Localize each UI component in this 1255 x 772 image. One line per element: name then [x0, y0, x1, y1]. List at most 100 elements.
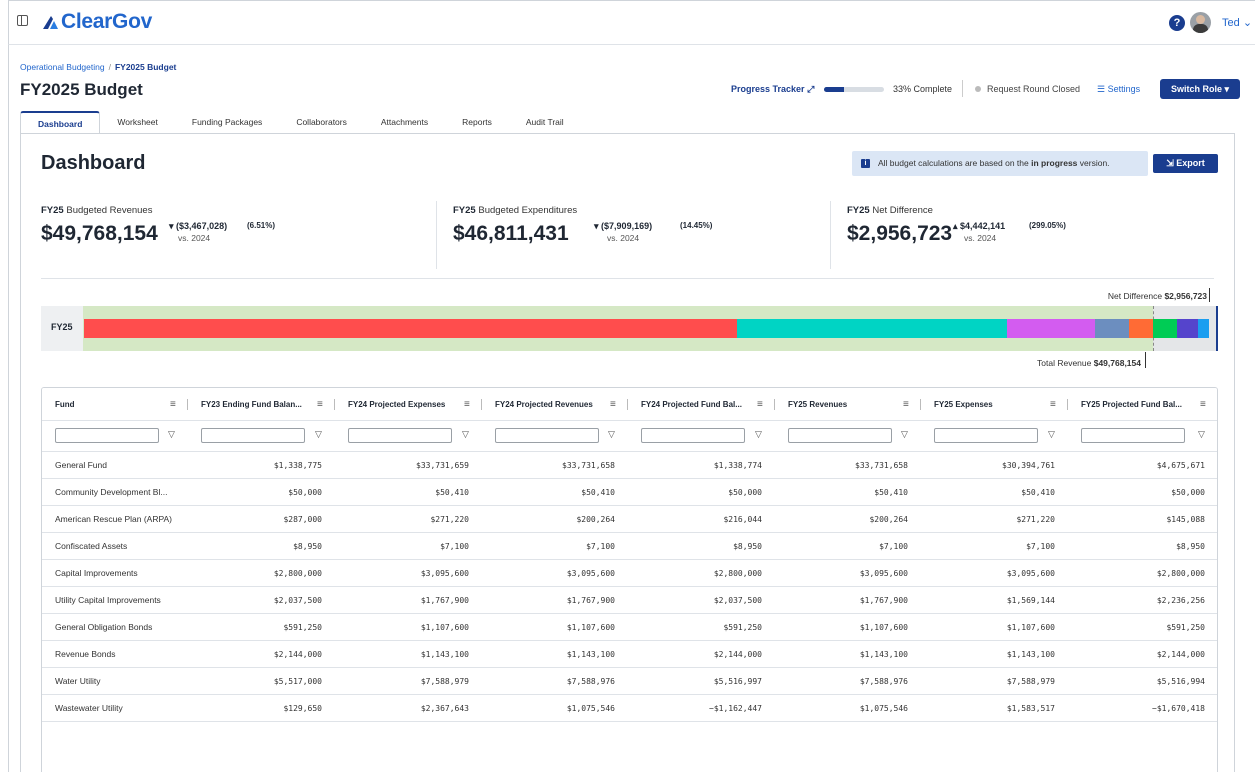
column-filter-input[interactable]	[934, 428, 1038, 443]
column-resize-handle[interactable]	[774, 399, 775, 410]
table-row[interactable]: Utility Capital Improvements $2,037,500 $1…	[42, 587, 1217, 614]
avatar[interactable]	[1190, 12, 1211, 33]
export-button[interactable]: ⇲ Export	[1153, 154, 1218, 173]
amount-cell: $271,220	[430, 515, 469, 524]
panel-border	[20, 134, 21, 772]
metric-prefix: FY25	[847, 205, 870, 216]
table-row[interactable]: General Obligation Bonds $591,250 $1,107,6…	[42, 614, 1217, 641]
tab-reports[interactable]: Reports	[445, 111, 509, 134]
switch-role-button[interactable]: Switch Role ▾	[1160, 79, 1240, 99]
filter-icon[interactable]: ▽	[608, 429, 615, 440]
column-resize-handle[interactable]	[627, 399, 628, 410]
settings-link[interactable]: ☰ Settings	[1097, 84, 1140, 95]
breadcrumb-parent[interactable]: Operational Budgeting	[20, 62, 105, 72]
section-divider	[41, 278, 1214, 279]
tab-dashboard[interactable]: Dashboard	[20, 111, 101, 134]
table-row[interactable]: Revenue Bonds $2,144,000 $1,143,100 $1,143,…	[42, 641, 1217, 668]
column-filter-input[interactable]	[348, 428, 452, 443]
column-menu-icon[interactable]: ≡	[757, 399, 763, 410]
tab-attachments[interactable]: Attachments	[364, 111, 445, 134]
column-header[interactable]: FY24 Projected Expenses	[335, 388, 445, 421]
column-resize-handle[interactable]	[481, 399, 482, 410]
table-row[interactable]: Wastewater Utility $129,650 $2,367,643 $1,0…	[42, 695, 1217, 722]
column-filter-input[interactable]	[55, 428, 159, 443]
column-filter-input[interactable]	[1081, 428, 1185, 443]
cleargov-logo[interactable]: ClearGov	[41, 10, 152, 34]
amount-cell: $1,338,774	[713, 461, 762, 470]
column-header[interactable]: FY23 Ending Fund Balan...	[188, 388, 302, 421]
column-header[interactable]: FY24 Projected Fund Bal...	[628, 388, 742, 421]
amount-cell: $2,800,000	[1156, 569, 1205, 578]
table-row[interactable]: General Fund $1,338,775 $33,731,659 $33,731…	[42, 452, 1217, 479]
fund-name-cell: General Obligation Bonds	[55, 622, 153, 632]
column-resize-handle[interactable]	[334, 399, 335, 410]
amount-cell: $50,000	[728, 488, 762, 497]
breadcrumb-separator: /	[108, 62, 111, 72]
column-menu-icon[interactable]: ≡	[903, 399, 909, 410]
amount-cell: $2,037,500	[713, 596, 762, 605]
expense-segment[interactable]	[1007, 319, 1095, 338]
column-filter-input[interactable]	[641, 428, 745, 443]
column-resize-handle[interactable]	[920, 399, 921, 410]
filter-icon[interactable]: ▽	[901, 429, 908, 440]
column-header[interactable]: FY24 Projected Revenues	[482, 388, 593, 421]
amount-cell: $5,516,994	[1156, 677, 1205, 686]
column-header[interactable]: Fund	[42, 388, 75, 421]
total-revenue-label: Total Revenue $49,768,154	[1037, 358, 1141, 368]
table-row[interactable]: American Rescue Plan (ARPA) $287,000 $271,…	[42, 506, 1217, 533]
column-menu-icon[interactable]: ≡	[317, 399, 323, 410]
expense-segment[interactable]	[1198, 319, 1209, 338]
tab-worksheet[interactable]: Worksheet	[100, 111, 174, 134]
sidebar-toggle-icon[interactable]	[17, 15, 28, 26]
amount-cell: −$1,162,447	[709, 704, 762, 713]
column-menu-icon[interactable]: ≡	[1050, 399, 1056, 410]
filter-icon[interactable]: ▽	[462, 429, 469, 440]
column-header[interactable]: FY25 Expenses	[921, 388, 993, 421]
filter-icon[interactable]: ▽	[168, 429, 175, 440]
column-header[interactable]: FY25 Revenues	[775, 388, 847, 421]
revenue-end-marker	[1216, 306, 1218, 351]
tab-collaborators[interactable]: Collaborators	[279, 111, 364, 134]
expense-segment[interactable]	[84, 319, 737, 338]
amount-cell: $7,588,976	[566, 677, 615, 686]
column-menu-icon[interactable]: ≡	[1200, 399, 1206, 410]
dashboard-title: Dashboard	[41, 152, 146, 174]
column-filter-input[interactable]	[788, 428, 892, 443]
column-menu-icon[interactable]: ≡	[170, 399, 176, 410]
amount-cell: $1,107,600	[1006, 623, 1055, 632]
column-header[interactable]: FY25 Projected Fund Bal...	[1068, 388, 1182, 421]
progress-tracker-link[interactable]: Progress Tracker ⤢	[731, 84, 814, 95]
expense-segment[interactable]	[1177, 319, 1198, 338]
metric-change-value: $4,442,141	[960, 221, 1006, 231]
tab-funding-packages[interactable]: Funding Packages	[175, 111, 279, 134]
filter-icon[interactable]: ▽	[1048, 429, 1055, 440]
column-filter-input[interactable]	[495, 428, 599, 443]
column-resize-handle[interactable]	[187, 399, 188, 410]
table-row[interactable]: Water Utility $5,517,000 $7,588,979 $7,588,…	[42, 668, 1217, 695]
caret-down-icon: ▾	[169, 221, 174, 231]
expense-segment[interactable]	[1153, 319, 1177, 338]
user-menu[interactable]: Ted ⌄	[1222, 16, 1252, 29]
amount-cell: $5,516,997	[713, 677, 762, 686]
filter-icon[interactable]: ▽	[315, 429, 322, 440]
table-row[interactable]: Confiscated Assets $8,950 $7,100 $7,100 $8,9…	[42, 533, 1217, 560]
filter-icon[interactable]: ▽	[755, 429, 762, 440]
expense-segment[interactable]	[1129, 319, 1153, 338]
help-icon[interactable]: ?	[1169, 15, 1185, 31]
column-resize-handle[interactable]	[1067, 399, 1068, 410]
table-row[interactable]: Capital Improvements $2,800,000 $3,095,600…	[42, 560, 1217, 587]
chevron-down-icon: ⌄	[1242, 17, 1253, 29]
expense-segment[interactable]	[737, 319, 1007, 338]
amount-cell: $30,394,761	[1002, 461, 1055, 470]
table-row[interactable]: Community Development Bl... $50,000 $50,41…	[42, 479, 1217, 506]
metric-net-difference: FY25 Net Difference $2,956,723 ▴ $4,442,…	[847, 205, 1066, 245]
filter-icon[interactable]: ▽	[1198, 429, 1205, 440]
column-menu-icon[interactable]: ≡	[464, 399, 470, 410]
total-revenue-text: Total Revenue	[1037, 358, 1094, 368]
bar-row-label: FY25	[51, 322, 73, 332]
column-filter-input[interactable]	[201, 428, 305, 443]
column-menu-icon[interactable]: ≡	[610, 399, 616, 410]
tab-audit-trail[interactable]: Audit Trail	[509, 111, 581, 134]
expense-segment[interactable]	[1095, 319, 1129, 338]
metric-prefix: FY25	[453, 205, 476, 216]
